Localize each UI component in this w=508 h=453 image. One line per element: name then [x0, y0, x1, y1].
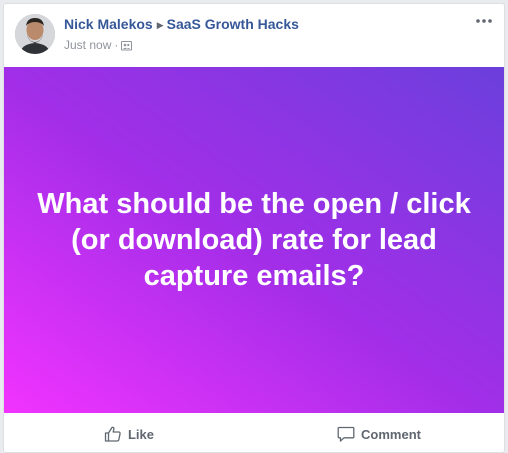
post-card: Nick Malekos ▶ SaaS Growth Hacks Just now … — [3, 3, 505, 453]
more-options-button[interactable] — [474, 14, 494, 28]
post-banner: What should be the open / click (or down… — [4, 67, 504, 413]
post-title-line: Nick Malekos ▶ SaaS Growth Hacks — [64, 16, 299, 32]
banner-text: What should be the open / click (or down… — [37, 188, 471, 292]
comment-bubble-icon — [337, 426, 355, 442]
group-audience-icon — [121, 40, 133, 50]
more-options-icon — [476, 19, 492, 23]
meta-separator: · — [114, 38, 119, 52]
avatar-photo — [15, 14, 55, 54]
thumbs-up-icon — [104, 426, 121, 442]
post-meta: Just now · — [64, 38, 133, 52]
comment-button[interactable]: Comment — [254, 418, 504, 450]
like-button[interactable]: Like — [4, 418, 254, 450]
play-arrow-icon: ▶ — [156, 20, 164, 30]
like-label: Like — [127, 426, 154, 442]
author-name[interactable]: Nick Malekos — [64, 16, 153, 32]
comment-label: Comment — [361, 426, 421, 442]
avatar[interactable] — [15, 14, 55, 54]
post-header: Nick Malekos ▶ SaaS Growth Hacks Just now … — [4, 4, 504, 66]
group-name[interactable]: SaaS Growth Hacks — [167, 16, 299, 32]
post-actions: Like Comment — [4, 418, 504, 450]
post-timestamp[interactable]: Just now — [64, 38, 111, 52]
